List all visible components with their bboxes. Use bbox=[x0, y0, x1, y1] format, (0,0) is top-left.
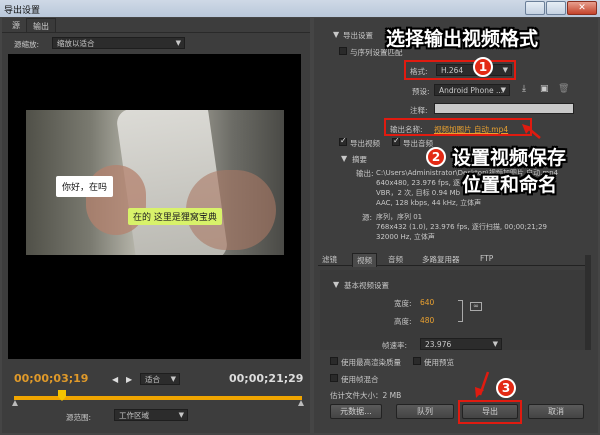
tab-audio[interactable]: 音频 bbox=[388, 254, 403, 265]
preset-value: Android Phone ... bbox=[439, 86, 504, 95]
format-highlight-box bbox=[404, 60, 516, 80]
framerate-value: 23.976 bbox=[425, 340, 452, 349]
link-chain-icon[interactable]: ∞ bbox=[470, 302, 482, 311]
delete-preset-icon[interactable]: 🗑 bbox=[558, 84, 569, 94]
collapse-icon[interactable]: ▼ bbox=[333, 30, 339, 39]
max-render-quality-label: 使用最高渲染质量 bbox=[341, 358, 401, 367]
source-summary-label: 源: bbox=[362, 213, 373, 222]
source-summary-line: 768x432 (1.0), 23.976 fps, 逐行扫描, 00;00;2… bbox=[376, 223, 548, 231]
tab-source[interactable]: 源 bbox=[6, 18, 26, 32]
tab-video[interactable]: 视频 bbox=[352, 253, 377, 267]
export-highlight-box bbox=[458, 400, 522, 424]
total-timecode: 00;00;21;29 bbox=[229, 372, 304, 385]
window-title: 导出设置 bbox=[4, 6, 41, 16]
save-preset-icon[interactable]: ⤓ bbox=[522, 84, 526, 94]
source-summary-line: 32000 Hz, 立体声 bbox=[376, 233, 435, 241]
source-range-dropdown[interactable]: 工作区域 ▼ bbox=[114, 409, 188, 421]
import-preset-icon[interactable]: ▣ bbox=[540, 84, 549, 94]
maximize-button[interactable] bbox=[546, 1, 566, 15]
annotation-save-text-1: 设置视频保存 bbox=[452, 147, 567, 169]
chevron-down-icon: ▼ bbox=[170, 375, 176, 383]
tab-output[interactable]: 输出 bbox=[26, 18, 56, 32]
match-sequence-checkbox[interactable] bbox=[339, 47, 347, 55]
mark-in-icon[interactable]: ◀ bbox=[112, 375, 118, 384]
export-video-checkbox[interactable] bbox=[339, 136, 347, 146]
cancel-button[interactable]: 取消 bbox=[528, 404, 584, 419]
output-summary-line: 640x480, 23.976 fps, 逐行 bbox=[376, 179, 468, 187]
output-summary-label: 输出: bbox=[356, 169, 374, 178]
tab-ftp[interactable]: FTP bbox=[480, 254, 493, 263]
frame-blending-checkbox[interactable] bbox=[330, 374, 338, 382]
preset-dropdown[interactable]: Android Phone ... ▼ bbox=[434, 84, 510, 96]
tab-filters[interactable]: 滤镜 bbox=[322, 254, 337, 265]
close-button[interactable]: ✕ bbox=[567, 1, 597, 15]
source-scaling-value: 缩放以适合 bbox=[57, 39, 95, 48]
source-summary-line: 序列，序列 01 bbox=[376, 213, 423, 221]
export-video-label: 导出视频 bbox=[350, 139, 380, 148]
source-range-value: 工作区域 bbox=[119, 411, 149, 420]
settings-tab-bar: 滤镜 视频 音频 多路复用器 FTP bbox=[318, 253, 586, 267]
settings-scrollbar[interactable] bbox=[585, 255, 591, 350]
annotation-save-text-2: 位置和命名 bbox=[462, 174, 558, 196]
tab-multiplexer[interactable]: 多路复用器 bbox=[422, 254, 460, 265]
current-timecode[interactable]: 00;00;03;19 bbox=[14, 372, 88, 385]
source-scaling-dropdown[interactable]: 缩放以适合 ▼ bbox=[52, 37, 185, 49]
preview-canvas: 你好，在吗 在的 这里是狸窝宝典 bbox=[8, 54, 301, 359]
framerate-label: 帧速率: bbox=[382, 341, 408, 350]
export-settings-header: 导出设置 bbox=[343, 31, 373, 40]
estimated-size: 估计文件大小：2 MB bbox=[330, 391, 402, 400]
preset-label: 预设: bbox=[412, 87, 430, 96]
source-scaling-label: 源缩放: bbox=[14, 40, 40, 49]
basic-video-header: 基本视频设置 bbox=[344, 281, 389, 290]
use-preview-checkbox[interactable] bbox=[413, 357, 421, 365]
comment-input[interactable] bbox=[434, 103, 574, 114]
width-value[interactable]: 640 bbox=[420, 298, 434, 307]
queue-button[interactable]: 队列 bbox=[396, 404, 454, 419]
export-audio-label: 导出音频 bbox=[403, 139, 433, 148]
step-2-badge: 2 bbox=[426, 147, 446, 167]
output-name-highlight-box bbox=[384, 118, 532, 136]
divider bbox=[2, 32, 310, 33]
title-bar: 导出设置 ✕ bbox=[0, 0, 600, 17]
metadata-button[interactable]: 元数据... bbox=[330, 404, 382, 419]
export-audio-checkbox[interactable] bbox=[392, 136, 400, 146]
fit-value: 适合 bbox=[145, 375, 160, 384]
step-3-badge: 3 bbox=[496, 378, 516, 398]
chevron-down-icon: ▼ bbox=[492, 340, 498, 348]
use-preview-label: 使用预览 bbox=[424, 358, 454, 367]
step-1-badge: 1 bbox=[473, 57, 493, 77]
chevron-down-icon: ▼ bbox=[500, 86, 506, 94]
subtitle-bubble-left: 你好，在吗 bbox=[56, 176, 114, 197]
chevron-down-icon: ▼ bbox=[175, 39, 181, 47]
aspect-bracket bbox=[458, 300, 463, 322]
collapse-summary-icon[interactable]: ▼ bbox=[341, 154, 347, 163]
collapse-video-icon[interactable]: ▼ bbox=[333, 280, 339, 289]
width-label: 宽度: bbox=[394, 299, 412, 308]
chevron-down-icon: ▼ bbox=[178, 411, 184, 419]
video-frame: 你好，在吗 在的 这里是狸窝宝典 bbox=[26, 110, 284, 255]
output-summary-line: VBR，2 次, 目标 0.94 Mb bbox=[376, 189, 461, 197]
minimize-button[interactable] bbox=[525, 1, 545, 15]
output-summary-line: AAC, 128 kbps, 44 kHz, 立体声 bbox=[376, 199, 482, 207]
mark-out-icon[interactable]: ▶ bbox=[126, 375, 132, 384]
fit-dropdown[interactable]: 适合 ▼ bbox=[140, 373, 180, 385]
frame-blending-label: 使用帧混合 bbox=[341, 375, 379, 384]
height-value[interactable]: 480 bbox=[420, 316, 434, 325]
timeline-bar[interactable] bbox=[14, 396, 302, 400]
subtitle-bubble-right: 在的 这里是狸窝宝典 bbox=[128, 208, 222, 225]
source-range-label: 源范围: bbox=[66, 413, 92, 422]
comment-label: 注释: bbox=[410, 106, 428, 115]
summary-header: 摘要 bbox=[352, 155, 367, 164]
max-render-quality-checkbox[interactable] bbox=[330, 357, 338, 365]
framerate-dropdown[interactable]: 23.976 ▼ bbox=[420, 338, 502, 350]
annotation-format-text: 选择输出视频格式 bbox=[386, 28, 539, 50]
height-label: 高度: bbox=[394, 317, 412, 326]
